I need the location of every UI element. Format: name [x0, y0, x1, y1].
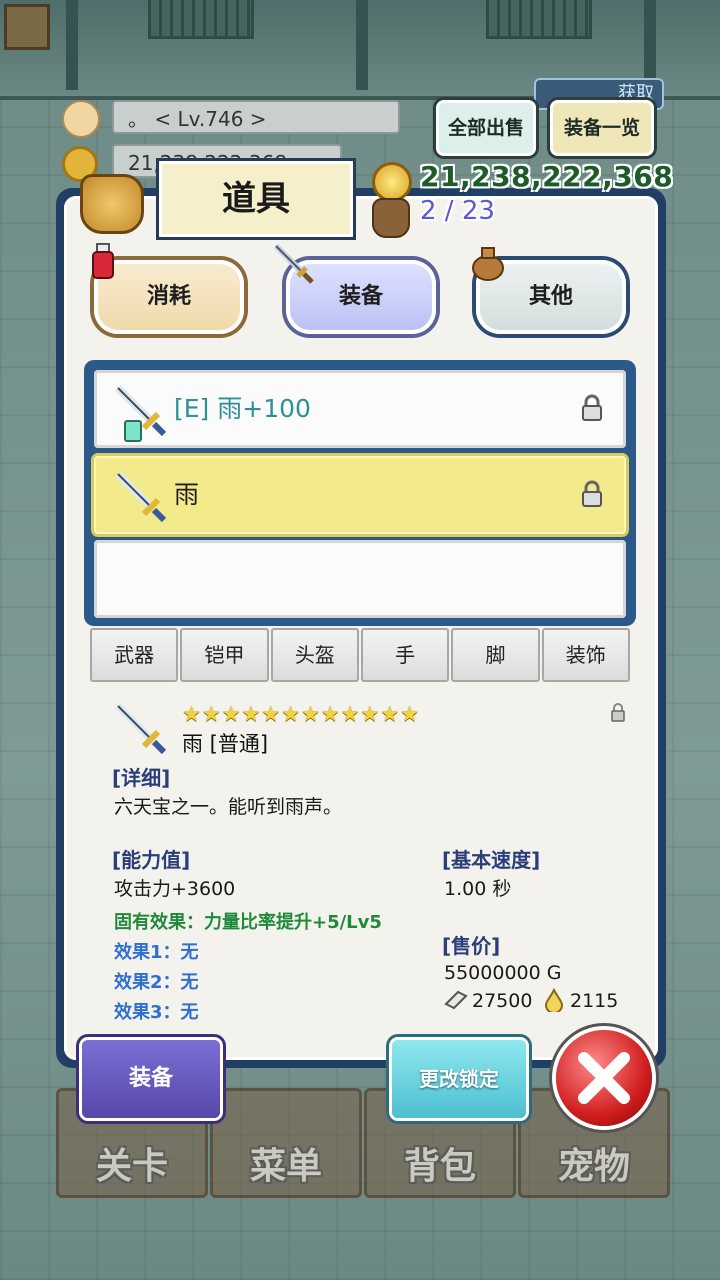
nav-bag-label: 背包 — [403, 1146, 476, 1187]
pouch-icon — [472, 247, 504, 281]
stone-value: 27500 — [472, 990, 533, 1012]
effect-3: 效果3：无 — [114, 1002, 199, 1023]
item-list: [E] 雨+100 雨 — [84, 360, 636, 626]
subtab-accessory[interactable]: 装饰 — [541, 628, 630, 682]
nav-pet-label: 宠物 — [557, 1146, 630, 1187]
equip-button[interactable]: 装备 — [82, 1040, 220, 1118]
sell-price: 55000000 G — [444, 962, 562, 984]
gold-coin-icon — [372, 162, 412, 202]
lamp-post — [66, 0, 78, 90]
ability-header: [能力值] — [112, 848, 191, 872]
equipment-slot-tabs: 武器 铠甲 头盔 手 脚 装饰 — [90, 628, 630, 682]
stone-icon — [444, 990, 468, 1010]
tab-other-label: 其他 — [528, 284, 573, 309]
gold-amount: 21,238,222,368 — [420, 160, 674, 193]
item-name: 雨 — [174, 480, 200, 509]
gem-icon — [124, 420, 142, 442]
list-item-selected[interactable]: 雨 — [94, 456, 626, 534]
item-name: [E] 雨+100 — [174, 394, 311, 423]
item-title: 雨 [普通] — [182, 732, 269, 756]
subtab-helmet[interactable]: 头盔 — [270, 628, 359, 682]
sell-all-button[interactable]: 全部出售 — [436, 100, 536, 156]
nav-menu-label: 菜单 — [249, 1146, 322, 1187]
equipment-list-button[interactable]: 装备一览 — [550, 100, 654, 156]
item-description: 六天宝之一。能听到雨声。 — [114, 796, 343, 818]
list-item-empty[interactable] — [94, 540, 626, 618]
speed-header: [基本速度] — [442, 848, 541, 872]
effect-2: 效果2：无 — [114, 972, 199, 993]
tab-consumables[interactable]: 消耗 — [92, 243, 244, 334]
lamp-post — [356, 0, 368, 90]
player-avatar — [62, 100, 100, 138]
attack-stat: 攻击力+3600 — [114, 878, 236, 900]
lock-icon[interactable] — [580, 480, 604, 508]
detail-sword-icon — [115, 703, 167, 755]
bag-capacity: 2 / 23 — [420, 196, 495, 226]
potion-icon — [92, 243, 114, 279]
rarity-stars: ★★★★★★★★★★★★ — [182, 702, 420, 726]
subtab-hand[interactable]: 手 — [360, 628, 450, 682]
sword-icon — [115, 471, 167, 523]
crate-decoration — [4, 4, 50, 50]
lamp-post — [644, 0, 656, 90]
lock-status-icon — [611, 703, 625, 722]
tab-equipment-label: 装备 — [338, 284, 383, 309]
subtab-armor[interactable]: 铠甲 — [180, 628, 269, 682]
change-lock-button[interactable]: 更改锁定 — [392, 1040, 526, 1118]
tab-consumables-label: 消耗 — [146, 284, 191, 309]
lock-icon[interactable] — [580, 394, 604, 422]
list-item[interactable]: [E] 雨+100 — [94, 370, 626, 448]
bag-capacity-icon — [372, 198, 410, 238]
tab-other[interactable]: 其他 — [472, 247, 626, 334]
detail-header: [详细] — [112, 766, 171, 790]
drop-icon — [544, 988, 564, 1012]
tab-equipment[interactable]: 装备 — [273, 243, 436, 334]
nav-stage-label: 关卡 — [95, 1146, 168, 1187]
close-button[interactable] — [556, 1030, 652, 1126]
innate-effect: 固有效果：力量比率提升+5/Lv5 — [114, 912, 382, 933]
item-bag-icon — [80, 174, 144, 234]
bench-decoration — [148, 0, 254, 39]
drop-value: 2115 — [570, 990, 619, 1012]
subtab-weapon[interactable]: 武器 — [90, 628, 179, 682]
attack-speed: 1.00 秒 — [444, 878, 512, 900]
close-icon — [578, 1052, 630, 1104]
subtab-foot[interactable]: 脚 — [451, 628, 540, 682]
nav-menu[interactable]: 菜单 — [210, 1088, 362, 1198]
panel-title: 道具 — [156, 158, 356, 240]
sword-icon — [273, 243, 314, 284]
player-level: 。 < Lv.746 > — [112, 100, 400, 134]
bench-decoration — [486, 0, 592, 39]
price-header: [售价] — [442, 934, 501, 958]
effect-1: 效果1：无 — [114, 942, 199, 963]
